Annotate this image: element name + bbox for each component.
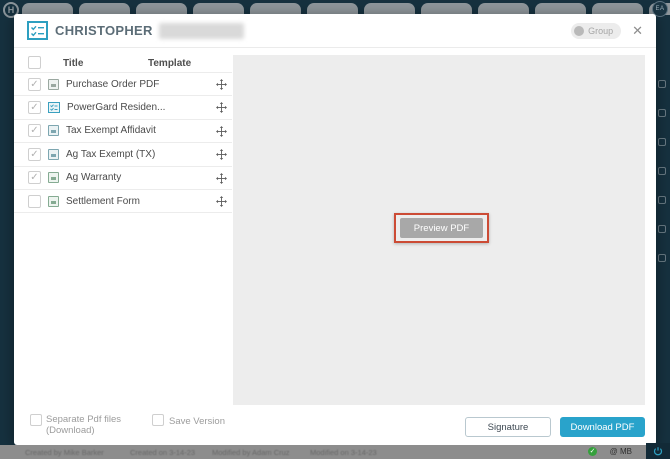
- power-icon: [653, 446, 663, 456]
- pdf-preview-modal: CHRISTOPHER Group ✕ Title Template ✓ Pur…: [14, 14, 656, 445]
- row-title: Ag Tax Exempt (TX): [66, 149, 155, 160]
- modal-title: CHRISTOPHER: [55, 23, 153, 38]
- right-rail-icon[interactable]: [658, 196, 666, 204]
- right-rail-icon[interactable]: [658, 80, 666, 88]
- row-checkbox[interactable]: ✓: [28, 78, 41, 91]
- row-checkbox[interactable]: ✓: [28, 124, 41, 137]
- separate-pdf-label: Separate Pdf files (Download): [46, 414, 121, 436]
- right-toolbar: [658, 80, 666, 262]
- save-version-checkbox[interactable]: [152, 414, 164, 426]
- row-title: Purchase Order PDF: [66, 79, 159, 90]
- row-title: Tax Exempt Affidavit: [66, 125, 156, 136]
- row-checkbox[interactable]: ✓: [28, 101, 41, 114]
- right-rail-icon[interactable]: [658, 167, 666, 175]
- template-icon: [48, 102, 60, 113]
- right-rail-icon[interactable]: [658, 138, 666, 146]
- right-rail-icon[interactable]: [658, 254, 666, 262]
- table-row[interactable]: ✓ PowerGard Residen...: [14, 96, 232, 119]
- right-rail-icon[interactable]: [658, 225, 666, 233]
- table-row[interactable]: ✓ Ag Tax Exempt (TX): [14, 143, 232, 166]
- drag-move-icon[interactable]: [216, 102, 227, 113]
- saved-check-icon: ✓: [588, 447, 597, 456]
- status-bar: Created by Mike Barker Created on 3-14-2…: [0, 445, 670, 459]
- annotation-highlight-box: Preview PDF: [394, 213, 489, 243]
- created-on-text: Created on 3-14-23: [130, 448, 195, 457]
- row-title: PowerGard Residen...: [67, 102, 165, 113]
- row-checkbox[interactable]: [28, 195, 41, 208]
- row-checkbox[interactable]: ✓: [28, 148, 41, 161]
- group-toggle-knob: [574, 26, 584, 36]
- document-icon: [48, 125, 59, 136]
- select-all-checkbox[interactable]: [28, 56, 41, 69]
- row-title: Ag Warranty: [66, 172, 121, 183]
- template-logo-icon: [27, 21, 48, 40]
- save-version-label: Save Version: [169, 416, 225, 427]
- document-icon: [48, 79, 59, 90]
- close-icon[interactable]: ✕: [632, 24, 643, 37]
- row-title: Settlement Form: [66, 196, 140, 207]
- modified-on-text: Modified on 3-14-23: [310, 448, 377, 457]
- column-header-title: Title: [63, 58, 83, 69]
- created-by-text: Created by Mike Barker: [25, 448, 104, 457]
- document-icon: [48, 172, 59, 183]
- power-button[interactable]: [646, 443, 670, 459]
- modified-by-text: Modified by Adam Cruz: [212, 448, 290, 457]
- preview-pdf-button[interactable]: Preview PDF: [400, 218, 483, 238]
- drag-move-icon[interactable]: [216, 126, 227, 137]
- document-icon: [48, 196, 59, 207]
- drag-move-icon[interactable]: [216, 196, 227, 207]
- download-pdf-button[interactable]: Download PDF: [560, 417, 645, 437]
- drag-move-icon[interactable]: [216, 79, 227, 90]
- document-icon: [48, 149, 59, 160]
- drag-move-icon[interactable]: [216, 173, 227, 184]
- modal-header: CHRISTOPHER Group ✕: [14, 14, 656, 48]
- group-toggle[interactable]: Group: [571, 23, 621, 39]
- separate-pdf-checkbox[interactable]: [30, 414, 42, 426]
- column-header-template: Template: [148, 58, 191, 69]
- table-row[interactable]: ✓ Tax Exempt Affidavit: [14, 120, 232, 143]
- row-checkbox[interactable]: ✓: [28, 171, 41, 184]
- signature-button[interactable]: Signature: [465, 417, 551, 437]
- table-row[interactable]: Settlement Form: [14, 190, 232, 213]
- table-row[interactable]: ✓ Purchase Order PDF: [14, 73, 232, 96]
- drag-move-icon[interactable]: [216, 149, 227, 160]
- table-row[interactable]: ✓ Ag Warranty: [14, 167, 232, 190]
- redacted-name: [159, 23, 244, 39]
- right-rail-icon[interactable]: [658, 109, 666, 117]
- group-toggle-label: Group: [588, 26, 613, 36]
- user-badge: @ MB: [610, 447, 632, 456]
- document-list: ✓ Purchase Order PDF ✓ PowerGard Residen…: [14, 72, 232, 213]
